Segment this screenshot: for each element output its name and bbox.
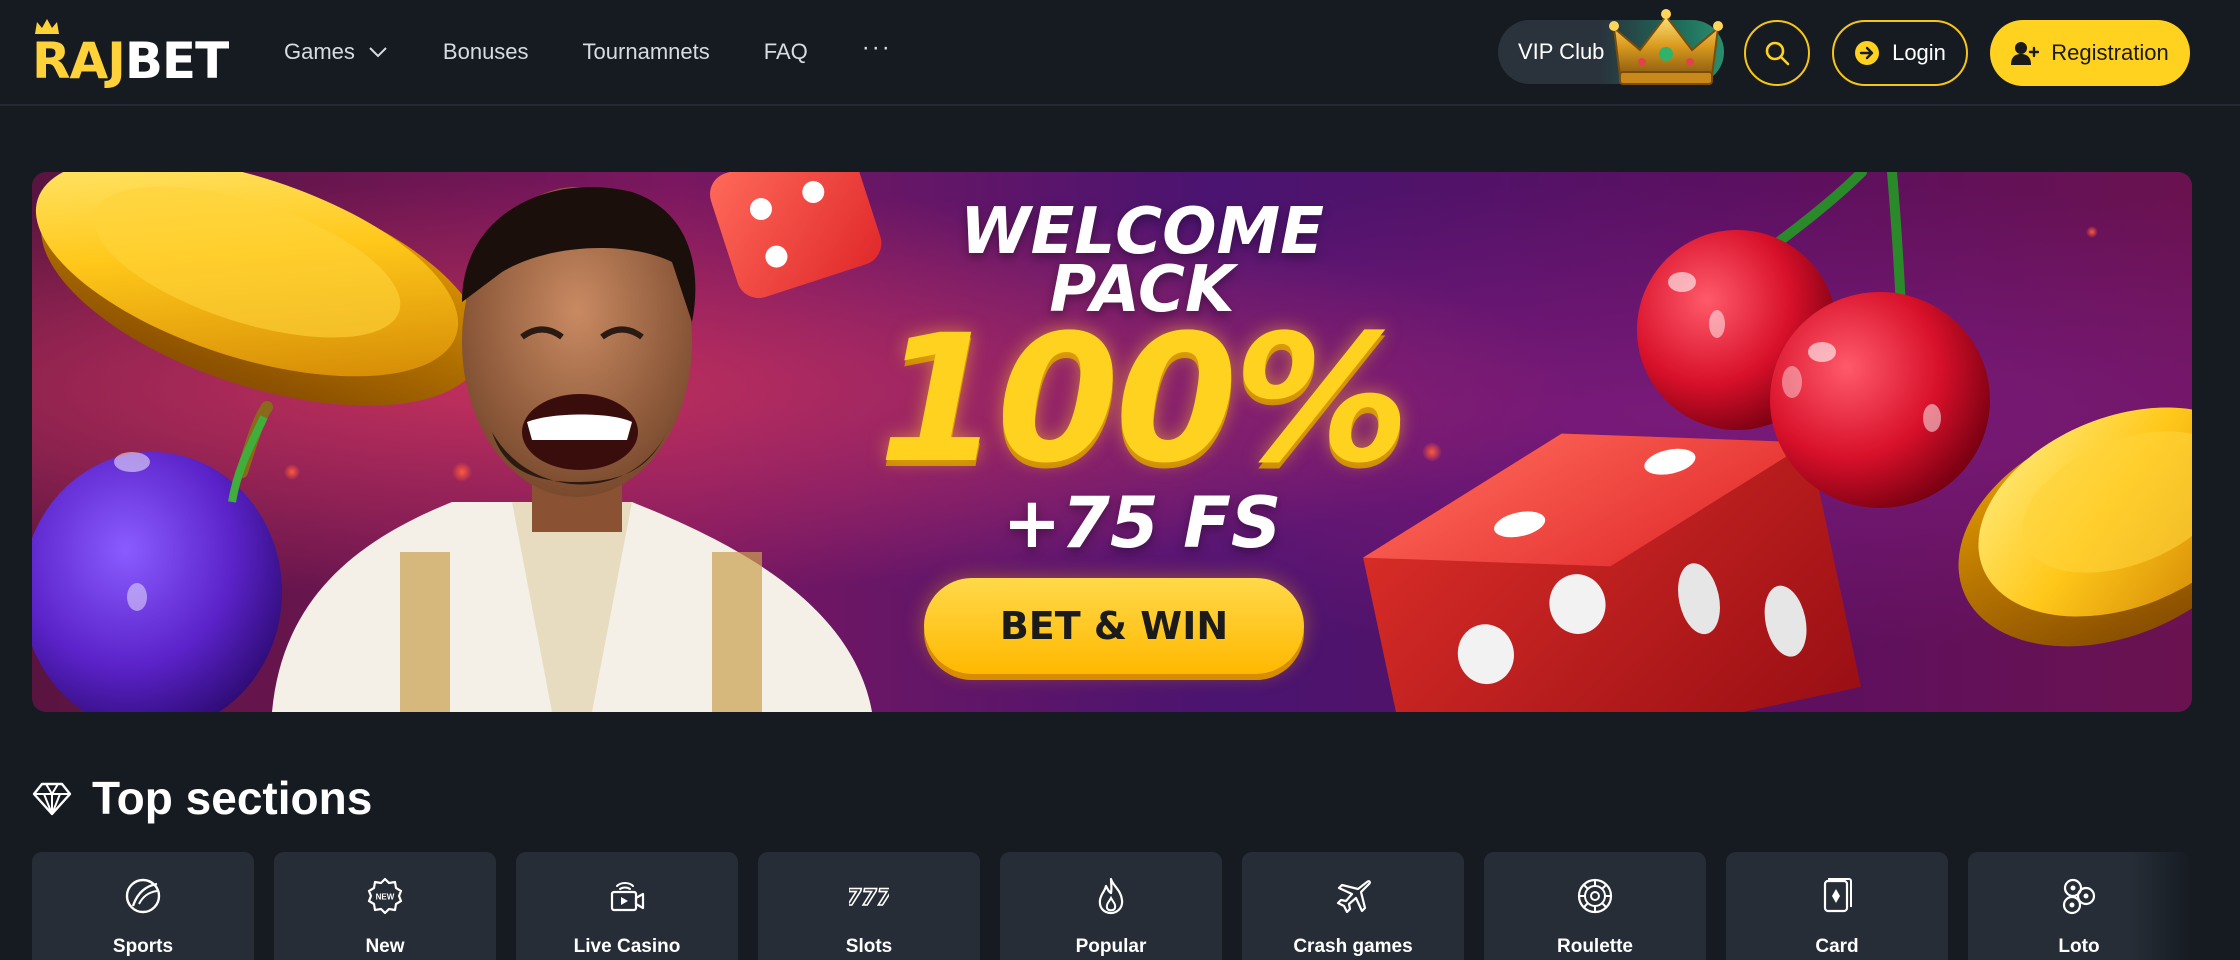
- section-tile-new[interactable]: NEW New: [274, 852, 496, 960]
- nav-games-label: Games: [284, 39, 355, 64]
- svg-text:NEW: NEW: [376, 893, 395, 902]
- sports-ball-icon: [125, 878, 161, 914]
- section-title: Top sections: [92, 772, 373, 824]
- section-tile-crash-games[interactable]: Crash games: [1242, 852, 1464, 960]
- nav-bonuses[interactable]: Bonuses: [443, 39, 529, 65]
- section-tile-roulette[interactable]: Roulette: [1484, 852, 1706, 960]
- main-nav: Games Bonuses Tournamnets FAQ ···: [284, 0, 892, 104]
- section-tile-label: Live Casino: [573, 936, 681, 957]
- logo-text-raj: RAJ: [32, 32, 126, 90]
- fire-icon: [1098, 877, 1124, 915]
- top-sections-header: Top sections: [32, 770, 372, 826]
- live-casino-icon: [610, 882, 645, 912]
- nav-bonuses-label: Bonuses: [442, 39, 529, 64]
- section-tile-label: Slots: [845, 936, 893, 957]
- search-button[interactable]: [1744, 20, 1810, 86]
- chevron-down-icon: [369, 47, 387, 58]
- section-tile-popular[interactable]: Popular: [1000, 852, 1222, 960]
- svg-text:777: 777: [849, 886, 889, 911]
- welcome-pack-banner[interactable]: WELCOME PACK 100% +75 FS BET & WIN: [32, 172, 2192, 712]
- diamond-icon: [32, 782, 72, 816]
- site-header: RAJ BET Games Bonuses Tournamnets FAQ ··…: [0, 0, 2240, 106]
- roulette-icon: [1577, 878, 1613, 914]
- login-button[interactable]: Login: [1832, 20, 1968, 86]
- registration-button[interactable]: Registration: [1990, 20, 2190, 86]
- login-arrow-icon: [1855, 41, 1880, 65]
- section-tile-label: New: [365, 936, 405, 957]
- section-tile-live-casino[interactable]: Live Casino: [516, 852, 738, 960]
- nav-games[interactable]: Games: [284, 39, 389, 65]
- loto-balls-icon: [2062, 878, 2096, 915]
- registration-label: Registration: [2051, 40, 2169, 65]
- logo-crown-icon: [35, 19, 59, 34]
- section-tile-label: Crash games: [1293, 936, 1413, 957]
- section-tile-label: Sports: [112, 936, 174, 957]
- nav-faq-label: FAQ: [763, 39, 808, 64]
- top-sections-row: Sports NEW New Live Casino 777 Slots Pop…: [32, 852, 2192, 960]
- vip-club-button[interactable]: VIP Club: [1498, 9, 1724, 85]
- tiles-scroll-fade: [2132, 852, 2192, 960]
- section-tile-label: Popular: [1075, 936, 1147, 957]
- add-user-icon: [2011, 42, 2040, 65]
- nav-more-button[interactable]: ···: [862, 34, 892, 62]
- section-tile-label: Roulette: [1557, 936, 1633, 957]
- vip-club-label: VIP Club: [1518, 39, 1605, 64]
- nav-faq[interactable]: FAQ: [764, 39, 808, 65]
- new-badge-icon: NEW: [367, 877, 403, 915]
- rajbet-logo[interactable]: RAJ BET: [32, 19, 229, 90]
- search-icon: [1765, 41, 1790, 66]
- login-label: Login: [1892, 40, 1946, 65]
- section-tile-card[interactable]: Card: [1726, 852, 1948, 960]
- bet-and-win-button[interactable]: BET & WIN: [924, 578, 1304, 674]
- logo-text-bet: BET: [124, 32, 229, 90]
- slots-777-icon: 777: [849, 885, 889, 912]
- nav-tournaments-label: Tournamnets: [582, 39, 710, 64]
- nav-tournaments[interactable]: Tournamnets: [583, 39, 710, 65]
- card-icon: [1823, 878, 1852, 913]
- airplane-icon: [1336, 880, 1371, 914]
- section-tile-label: Card: [1815, 936, 1859, 957]
- section-tile-sports[interactable]: Sports: [32, 852, 254, 960]
- crown-icon: [1609, 9, 1723, 85]
- section-tile-slots[interactable]: 777 Slots: [758, 852, 980, 960]
